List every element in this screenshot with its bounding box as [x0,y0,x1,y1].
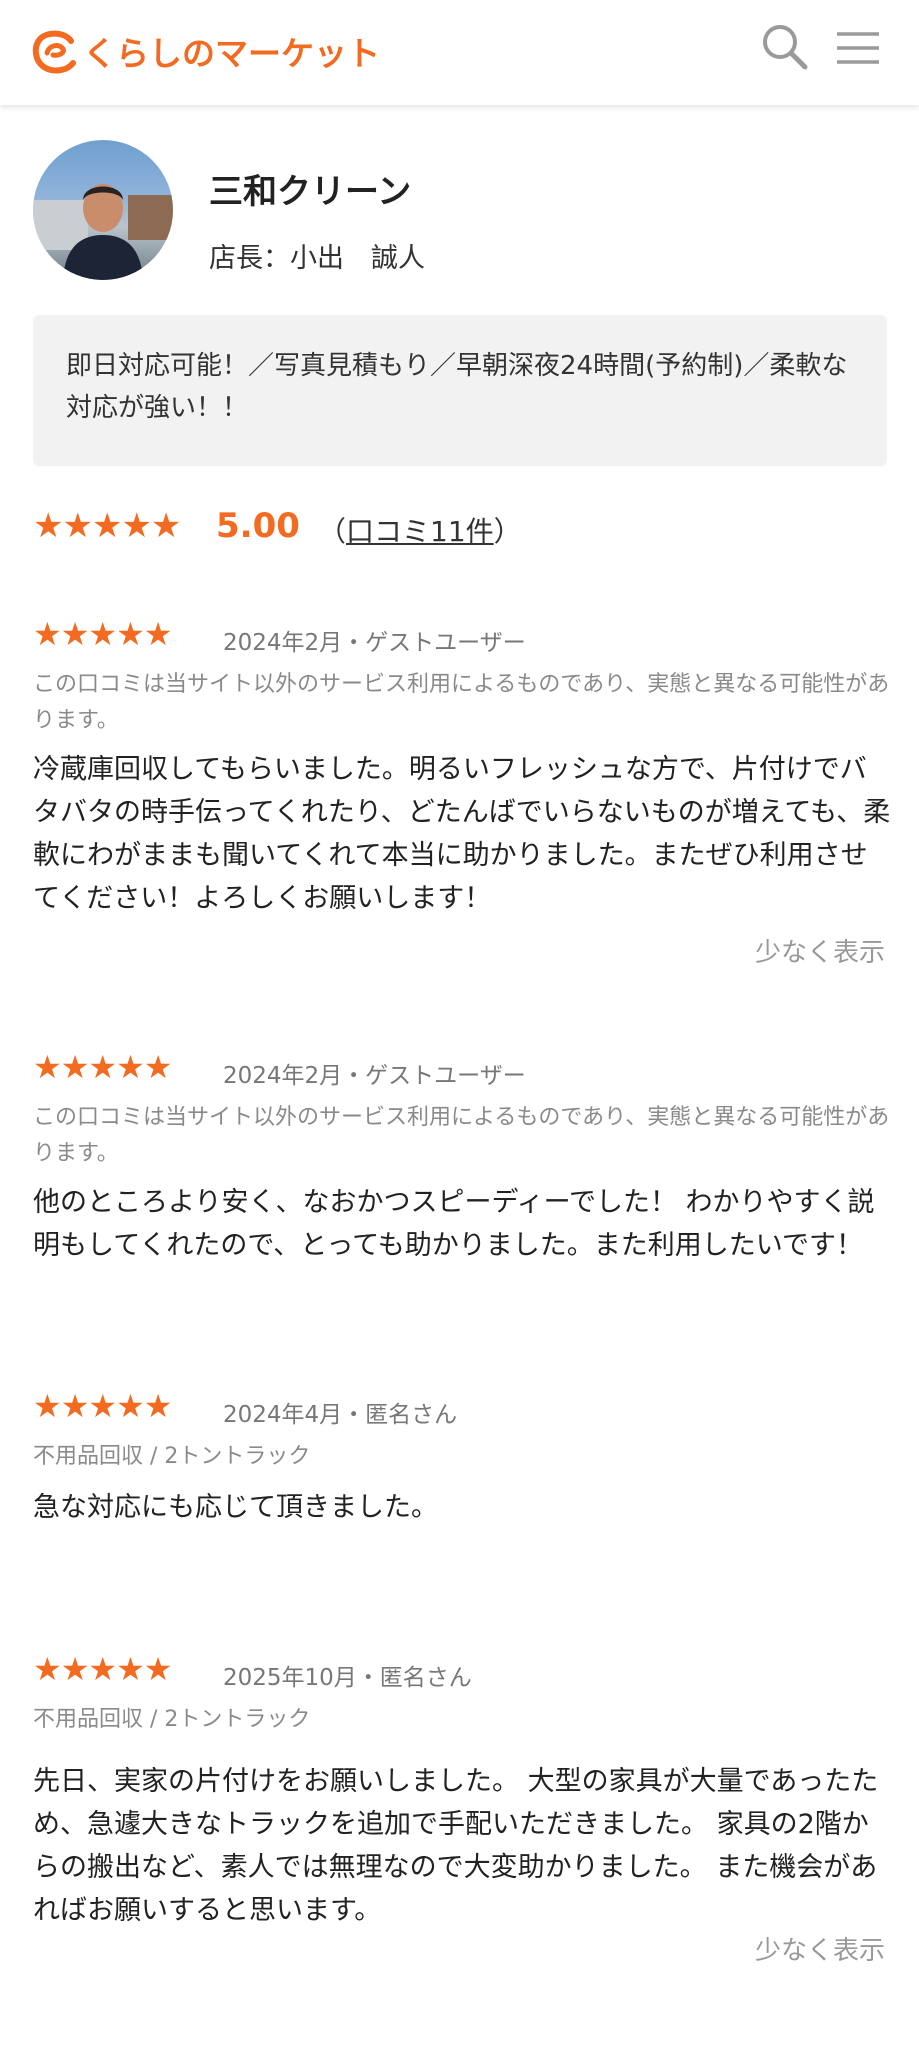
review-count: （口コミ11件） [318,510,522,550]
review-meta: 2024年4月・匿名さん [223,1402,458,1428]
rating-summary: ★★★★★ 5.00 （口コミ11件） [33,500,893,556]
review-item: ★★★★★ 2024年2月・ゲストユーザー この口コミは当サイト以外のサービス利… [33,615,893,975]
review-count-close-paren: ） [493,515,522,548]
review-stars: ★★★★★ [33,1650,172,1688]
review-item: ★★★★★ 2024年4月・匿名さん 不用品回収 / 2トントラック 急な対応に… [33,1387,893,1537]
rating-stars: ★★★★★ [33,506,181,546]
rating-score: 5.00 [216,506,300,546]
avatar [33,140,173,280]
review-body: 先日、実家の片付けをお願いしました。 大型の家具が大量であったため、急遽大きなト… [33,1766,879,1926]
review-count-link[interactable]: 口コミ11件 [346,515,494,548]
review-stars: ★★★★★ [33,615,172,653]
review-body: 急な対応にも応じて頂きました。 [33,1492,438,1523]
review-body: 冷蔵庫回収してもらいました。明るいフレッシュな方で、片付けでバタバタの時手伝って… [33,754,891,914]
review-item: ★★★★★ 2024年2月・ゲストユーザー この口コミは当サイト以外のサービス利… [33,1048,893,1328]
catch-copy-text: 即日対応可能！／写真見積もり／早朝深夜24時間(予約制)／柔軟な対応が強い！！ [66,351,848,423]
service-category: 不用品回収 / 2トントラック [33,1707,311,1732]
review-meta: 2024年2月・ゲストユーザー [223,1063,526,1089]
review-stars: ★★★★★ [33,1048,172,1086]
shop-profile: 三和クリーン 店長：小出 誠人 [33,140,893,280]
shop-name: 三和クリーン [209,172,412,212]
manager-name: 店長：小出 誠人 [209,243,425,274]
review-disclaimer: この口コミは当サイト以外のサービス利用によるものであり、実態と異なる可能性があり… [33,1105,890,1166]
review-item: ★★★★★ 2025年10月・匿名さん 不用品回収 / 2トントラック 先日、実… [33,1650,893,1980]
search-button[interactable] [760,22,810,72]
search-icon [763,25,808,70]
avatar-photo [33,184,173,280]
hamburger-menu-icon [837,32,879,64]
review-disclaimer: この口コミは当サイト以外のサービス利用によるものであり、実態と異なる可能性があり… [33,672,890,733]
service-category: 不用品回収 / 2トントラック [33,1444,311,1469]
menu-button[interactable] [833,22,883,72]
logo-mark-icon [32,30,76,74]
review-body: 他のところより安く、なおかつスピーディーでした！ わかりやすく説明もしてくれたの… [33,1187,875,1261]
site-logo[interactable]: くらしのマーケット [31,24,380,78]
review-stars: ★★★★★ [33,1387,172,1425]
show-less-button[interactable]: 少なく表示 [755,932,885,969]
catch-copy-box: 即日対応可能！／写真見積もり／早朝深夜24時間(予約制)／柔軟な対応が強い！！ [33,315,887,466]
app-header: くらしのマーケット [0,0,919,105]
review-meta: 2025年10月・匿名さん [223,1665,472,1691]
logo-text: くらしのマーケット [83,34,380,73]
review-count-open-paren: （ [318,515,347,548]
review-meta: 2024年2月・ゲストユーザー [223,630,526,656]
show-less-button[interactable]: 少なく表示 [755,1930,885,1967]
